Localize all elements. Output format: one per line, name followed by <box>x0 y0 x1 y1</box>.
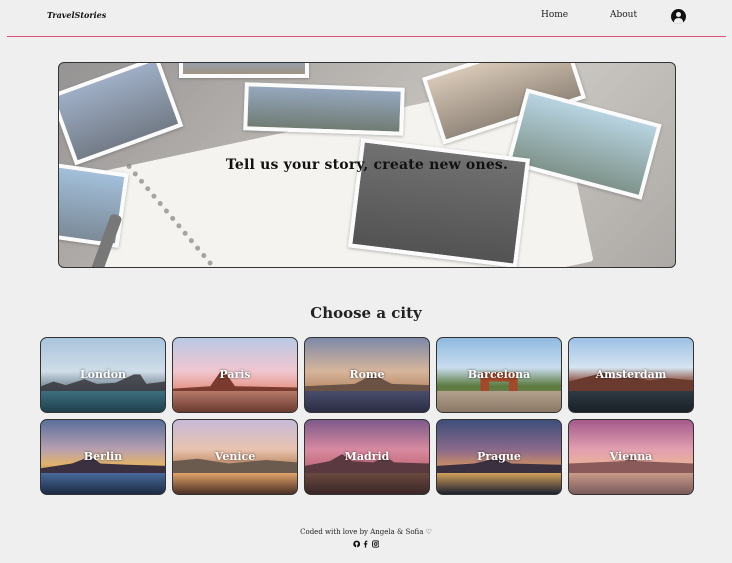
city-water <box>41 473 165 494</box>
city-ground <box>569 473 693 494</box>
instagram-icon[interactable] <box>371 540 379 548</box>
city-water <box>569 391 693 412</box>
city-label: Barcelona <box>467 368 531 381</box>
city-water <box>305 391 429 412</box>
facebook-icon[interactable] <box>362 540 369 548</box>
city-water <box>173 473 297 494</box>
user-head-shape <box>676 12 681 17</box>
footer-credit: Coded with love by Angela & Sofia ♡ <box>300 528 432 536</box>
city-label: Berlin <box>83 450 123 463</box>
city-label: Prague <box>477 450 521 463</box>
github-icon[interactable] <box>353 540 361 548</box>
social-links <box>353 540 379 549</box>
city-water <box>41 391 165 412</box>
hero-tagline: Tell us your story, create new ones. <box>225 157 509 173</box>
city-card-rome[interactable]: Rome <box>304 337 430 413</box>
nav-home-link[interactable]: Home <box>541 10 568 20</box>
city-ground <box>437 391 561 412</box>
city-label: Paris <box>219 368 251 381</box>
city-ground <box>305 473 429 494</box>
cities-heading: Choose a city <box>310 304 422 322</box>
user-circle-icon[interactable] <box>671 9 686 24</box>
navbar: TravelStories Home About <box>7 0 726 37</box>
hero-banner: Tell us your story, create new ones. <box>58 62 676 268</box>
city-water <box>173 391 297 412</box>
city-water <box>437 473 561 494</box>
city-label: Amsterdam <box>595 368 667 381</box>
city-label: Madrid <box>344 450 390 463</box>
brand-logo[interactable]: TravelStories <box>47 10 106 20</box>
city-label: Rome <box>349 368 385 381</box>
city-label: Vienna <box>609 450 653 463</box>
city-card-vienna[interactable]: Vienna <box>568 419 694 495</box>
city-card-prague[interactable]: Prague <box>436 419 562 495</box>
city-card-london[interactable]: London <box>40 337 166 413</box>
city-label: London <box>79 368 127 381</box>
nav-about-link[interactable]: About <box>610 10 637 20</box>
city-card-paris[interactable]: Paris <box>172 337 298 413</box>
city-card-madrid[interactable]: Madrid <box>304 419 430 495</box>
city-card-amsterdam[interactable]: Amsterdam <box>568 337 694 413</box>
user-shoulders-shape <box>674 18 683 24</box>
city-label: Venice <box>214 450 256 463</box>
city-card-venice[interactable]: Venice <box>172 419 298 495</box>
city-card-barcelona[interactable]: Barcelona <box>436 337 562 413</box>
city-card-berlin[interactable]: Berlin <box>40 419 166 495</box>
